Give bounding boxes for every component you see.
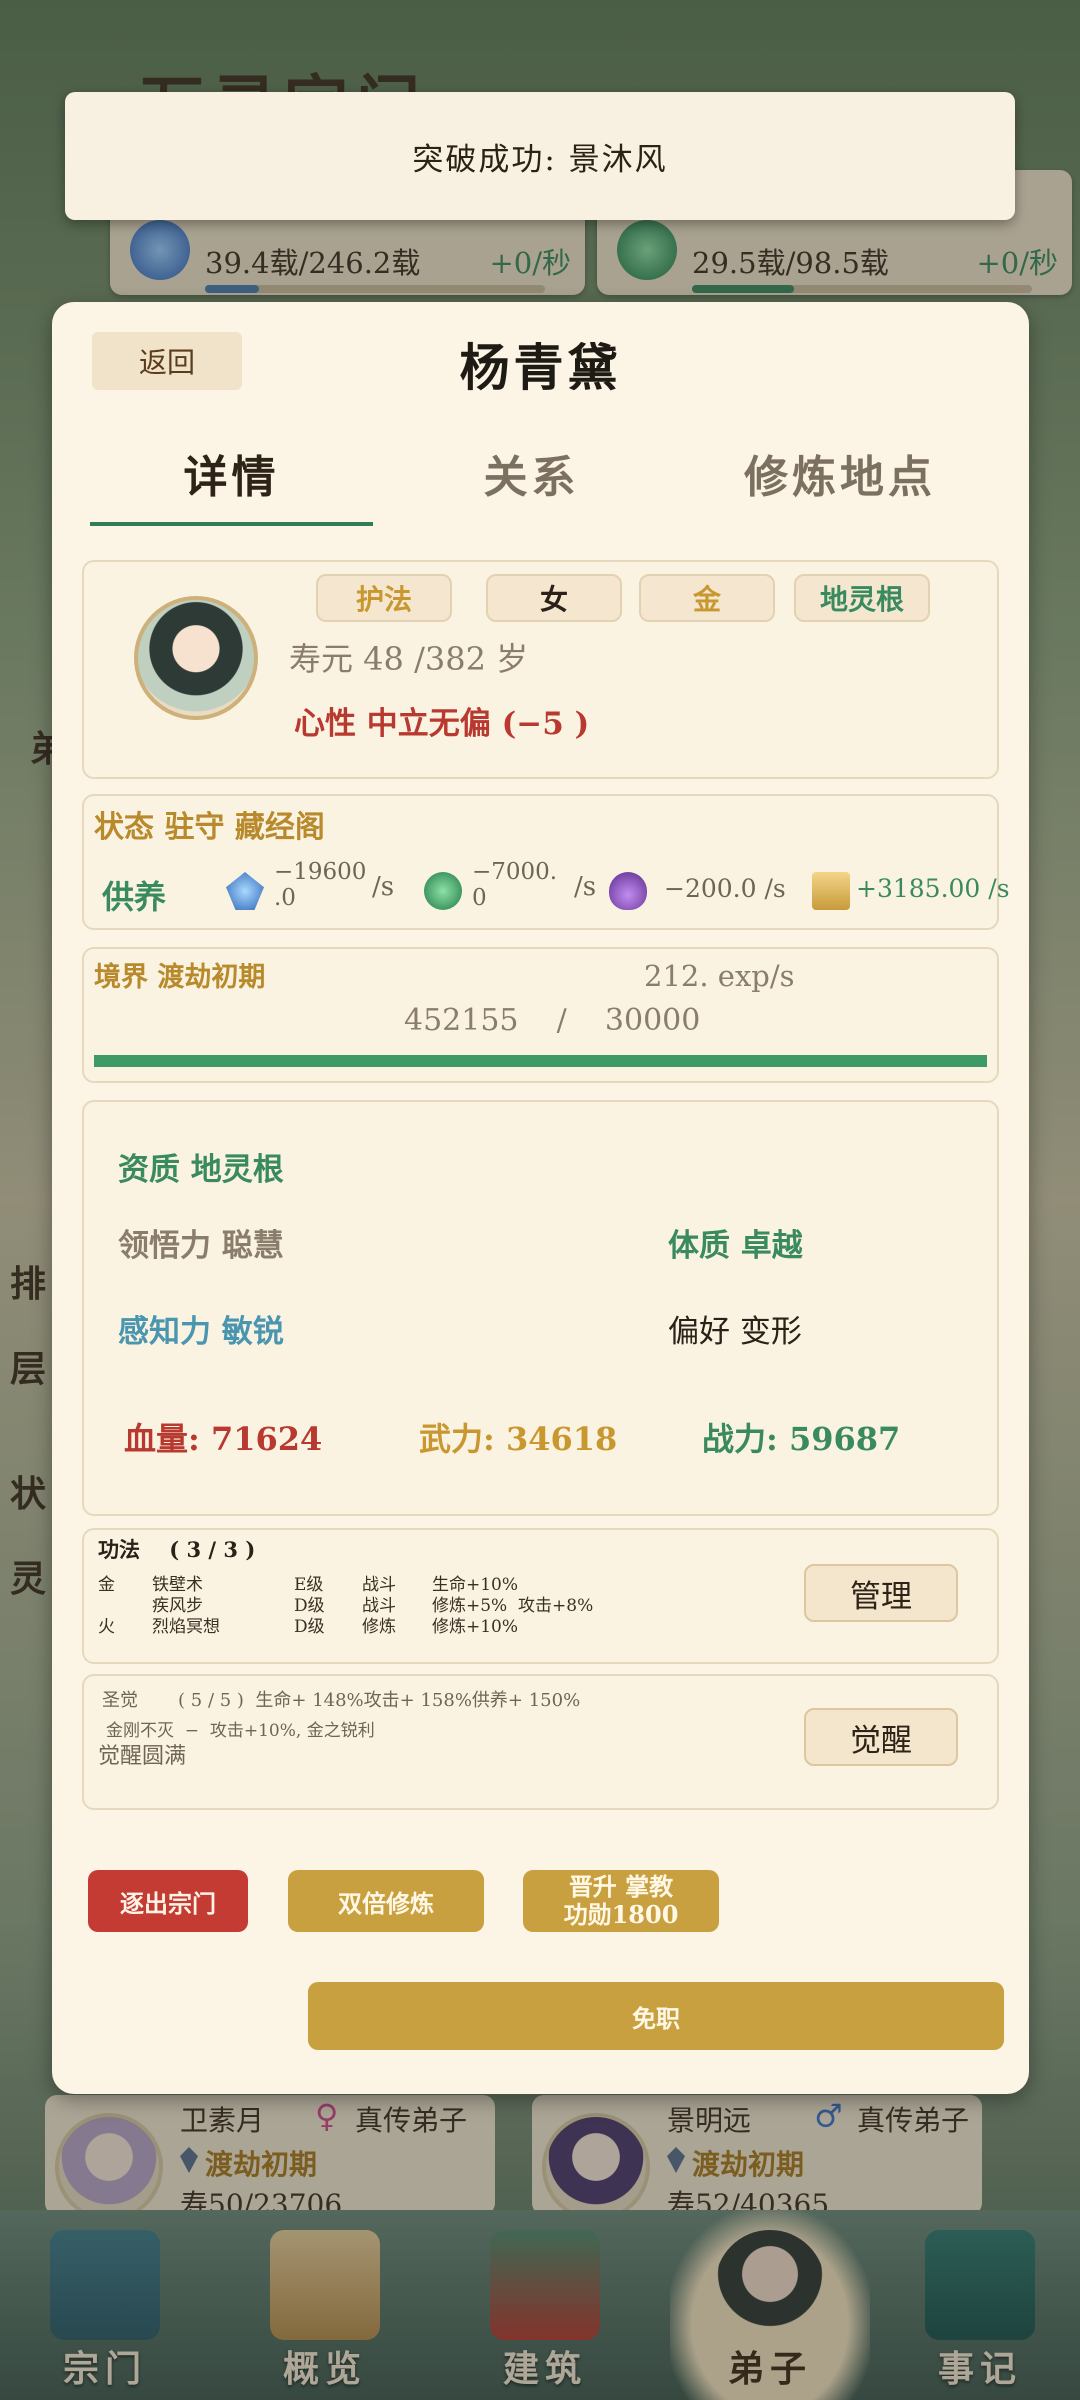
realm-text: 境界 渡劫初期 — [94, 962, 266, 993]
force-text: 武力: 34618 — [419, 1420, 618, 1458]
gender-tag: 女 — [486, 574, 622, 622]
aptitude-panel: 资质 地灵根 领悟力 聪慧 体质 卓越 感知力 敏锐 偏好 变形 血量: 716… — [82, 1100, 999, 1516]
status-text: 状态 驻守 藏经阁 — [94, 810, 325, 845]
technique-type: 修炼 — [362, 1617, 396, 1637]
technique-effect: 修炼+10% — [432, 1617, 519, 1637]
promote-label: 晋升 掌教 — [568, 1872, 674, 1901]
awaken-button[interactable]: 觉醒 — [804, 1708, 958, 1766]
disciple-portrait — [134, 596, 258, 720]
awakening-status: 觉醒圆满 — [98, 1744, 187, 1769]
potion-icon — [609, 872, 647, 910]
double-cultivation-button[interactable]: 双倍修炼 — [288, 1870, 484, 1932]
supply-unit: /s — [372, 872, 395, 902]
promote-cost: 功勋1800 — [563, 1900, 679, 1929]
awakening-header: 圣觉 ( 5 / 5 ) 生命+ 148%攻击+ 158%供养+ 150% — [102, 1690, 581, 1711]
aptitude-text: 资质 地灵根 — [118, 1152, 284, 1188]
physique-text: 体质 卓越 — [668, 1228, 803, 1264]
temperament-text: 心性 中立无偏 (−5 ) — [294, 706, 590, 742]
dismiss-button[interactable]: 免职 — [308, 1982, 1004, 2050]
position-tag: 护法 — [316, 574, 452, 622]
realm-panel: 境界 渡劫初期 212. exp/s 452155 / 30000 — [82, 947, 999, 1083]
supply-value: +3185.00 /s — [856, 874, 1010, 903]
technique-element: 金 — [98, 1575, 115, 1595]
techniques-panel: 功法 ( 3 / 3 ) 金 铁壁术 E级 战斗 生命+10% 疾风步 D级 战… — [82, 1528, 999, 1664]
techniques-header: 功法 ( 3 / 3 ) — [98, 1537, 256, 1562]
exp-rate: 212. exp/s — [644, 959, 795, 993]
technique-name: 烈焰冥想 — [152, 1617, 220, 1637]
spirit-stone-icon — [226, 872, 264, 910]
root-tag: 地灵根 — [794, 574, 930, 622]
supply-label: 供养 — [102, 878, 167, 916]
scroll-icon — [812, 872, 850, 910]
tab-bar: 详情 关系 修炼地点 — [90, 420, 991, 526]
perception-text: 感知力 敏锐 — [118, 1314, 284, 1350]
disciple-detail-modal: 返回 杨青黛 详情 关系 修炼地点 护法 女 金 地灵根 寿元 48 /382 … — [52, 302, 1029, 2094]
element-tag: 金 — [639, 574, 775, 622]
technique-grade: D级 — [294, 1617, 325, 1637]
tab-cultivation-place[interactable]: 修炼地点 — [690, 420, 990, 526]
lifespan-text: 寿元 48 /382 岁 — [289, 640, 529, 678]
disciple-name-title: 杨青黛 — [459, 338, 622, 397]
toast-message: 突破成功: 景沐风 — [65, 92, 1015, 220]
comprehension-text: 领悟力 聪慧 — [118, 1228, 284, 1264]
profile-panel: 护法 女 金 地灵根 寿元 48 /382 岁 心性 中立无偏 (−5 ) — [82, 560, 999, 779]
awakening-panel: 圣觉 ( 5 / 5 ) 生命+ 148%攻击+ 158%供养+ 150% 金刚… — [82, 1674, 999, 1810]
exp-progress: 452155 / 30000 — [404, 1003, 701, 1038]
technique-element: 火 — [98, 1617, 115, 1637]
supply-value: −200.0 /s — [664, 874, 786, 903]
tab-relations[interactable]: 关系 — [390, 420, 673, 526]
tab-details[interactable]: 详情 — [90, 420, 373, 526]
preference-text: 偏好 变形 — [668, 1314, 802, 1350]
promote-button[interactable]: 晋升 掌教 功勋1800 — [523, 1870, 719, 1932]
jade-icon — [424, 872, 462, 910]
supply-value: −19600 .0 — [274, 859, 367, 911]
power-text: 战力: 59687 — [702, 1420, 901, 1458]
supply-value: −7000. 0 — [472, 859, 558, 911]
supply-unit: /s — [574, 872, 597, 902]
manage-button[interactable]: 管理 — [804, 1564, 958, 1622]
expel-button[interactable]: 逐出宗门 — [88, 1870, 248, 1932]
status-panel: 状态 驻守 藏经阁 供养 −19600 .0 /s −7000. 0 /s −2… — [82, 794, 1010, 930]
hp-text: 血量: 71624 — [124, 1420, 323, 1458]
exp-bar — [94, 1055, 987, 1067]
